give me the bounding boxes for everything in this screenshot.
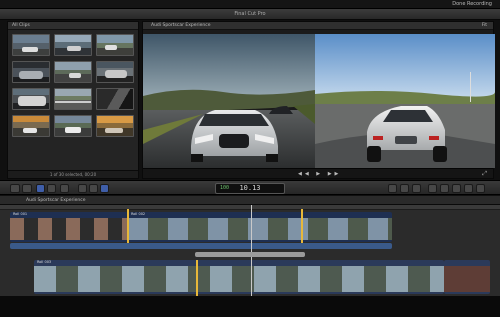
connect-clip-icon[interactable] [78, 184, 87, 193]
clip-label: Roll 003 [37, 260, 52, 264]
viewer-frame-left [143, 34, 315, 168]
clip-thumbnail[interactable] [96, 88, 134, 110]
filter-icon[interactable] [60, 184, 69, 193]
import-icon[interactable] [22, 184, 32, 193]
clip-thumbnail[interactable] [54, 115, 92, 137]
range-start-marker[interactable] [127, 209, 129, 243]
generators-icon[interactable] [464, 184, 473, 193]
browser-status: 1 of 30 selected, 00:20 [8, 170, 138, 178]
clip-thumbnail[interactable] [12, 34, 50, 56]
clip-thumbnail[interactable] [12, 115, 50, 137]
themes-icon[interactable] [476, 184, 485, 193]
timeline-scrollbar[interactable] [195, 252, 305, 257]
menu-bar: Done Recording [0, 0, 500, 9]
timecode-display[interactable]: 100 10.13 [215, 183, 285, 194]
clip-thumbnail[interactable] [12, 88, 50, 110]
viewer-title: Audi Sportscar Experience [151, 23, 211, 28]
zoom-menu[interactable]: Fit [482, 22, 487, 30]
audio-track[interactable] [10, 243, 392, 249]
transport-controls[interactable]: ◀◀ ▶ ▶▶ [298, 171, 341, 177]
enhance-icon[interactable] [388, 184, 397, 193]
range-marker[interactable] [196, 260, 198, 296]
timeline-ruler[interactable] [0, 205, 500, 210]
clip-grid [12, 34, 136, 137]
clip-thumbnail[interactable] [96, 34, 134, 56]
final-cut-window: Done Recording Final Cut Pro All Clips 1… [0, 0, 500, 317]
clip-thumbnail[interactable] [12, 61, 50, 83]
range-end-marker[interactable] [301, 209, 303, 243]
fullscreen-icon[interactable]: ⤢ [482, 170, 487, 178]
clip-thumbnail[interactable] [54, 34, 92, 56]
color-icon[interactable] [400, 184, 409, 193]
timeline-clip[interactable]: Roll 003 [34, 260, 444, 294]
select-tool-icon[interactable] [100, 184, 109, 193]
insert-clip-icon[interactable] [89, 184, 98, 193]
timecode-prefix: 100 [220, 185, 230, 191]
clip-label: Roll 001 [13, 212, 28, 216]
bottom-bar [0, 296, 500, 317]
clip-thumbnail[interactable] [54, 61, 92, 83]
clip-label: Roll 002 [131, 212, 146, 216]
list-view-icon[interactable] [47, 184, 56, 193]
timeline-clip[interactable] [444, 260, 490, 294]
viewer: Audi Sportscar Experience Fit ◀◀ ▶ ▶▶ ⤢ [142, 21, 495, 179]
inspector-icon[interactable] [412, 184, 421, 193]
timecode-value: 10.13 [239, 184, 261, 192]
timeline-header: Audi Sportscar Experience [0, 196, 500, 205]
timeline-clip[interactable]: Roll 001 [10, 212, 128, 242]
titles-icon[interactable] [452, 184, 461, 193]
record-voiceover-icon[interactable] [10, 184, 20, 193]
timeline-clip[interactable]: Roll 002 [128, 212, 392, 242]
browser-view-icon[interactable] [36, 184, 45, 193]
window-title: Final Cut Pro [234, 11, 266, 17]
title-bar: Final Cut Pro [0, 9, 500, 20]
music-icon[interactable] [440, 184, 449, 193]
clip-thumbnail[interactable] [96, 61, 134, 83]
viewer-controls: ◀◀ ▶ ▶▶ ⤢ [143, 168, 493, 178]
toolbar: 100 10.13 [0, 180, 500, 195]
viewer-header: Audi Sportscar Experience Fit [143, 22, 493, 30]
photos-icon[interactable] [428, 184, 437, 193]
browser-header: All Clips [8, 22, 138, 30]
clip-thumbnail[interactable] [54, 88, 92, 110]
clip-thumbnail[interactable] [96, 115, 134, 137]
event-browser: All Clips 1 of 30 selected, 00:20 [7, 21, 139, 179]
viewer-frame-right [315, 34, 495, 168]
recording-status[interactable]: Done Recording [452, 0, 492, 9]
